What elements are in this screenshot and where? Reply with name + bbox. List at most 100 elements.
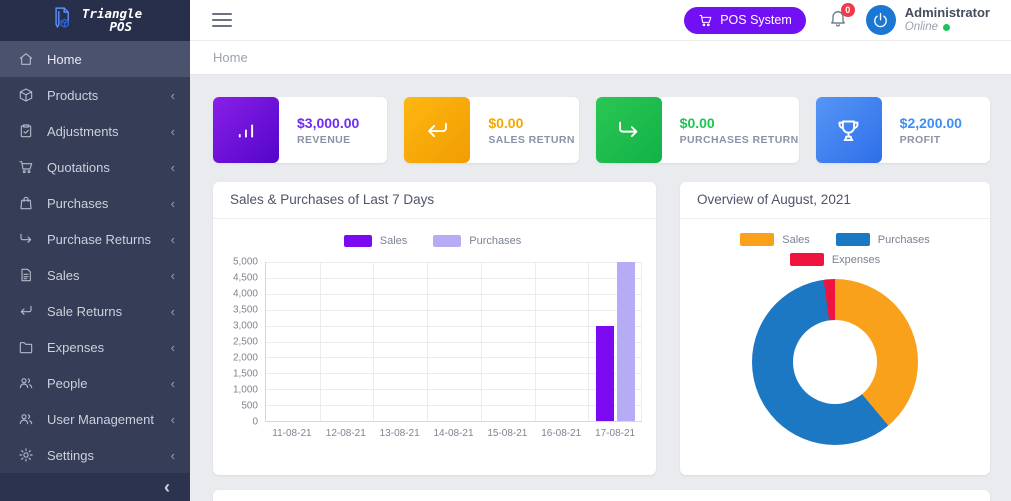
- sidebar-item-label: Quotations: [47, 160, 110, 175]
- topbar: POS System 0 Administrator Online: [190, 0, 1011, 41]
- legend-label: Expenses: [832, 254, 880, 266]
- legend-swatch: [790, 253, 824, 266]
- donut-chart-legend: Sales Purchases Expenses: [694, 233, 976, 266]
- chevron-left-icon: ‹: [171, 125, 175, 138]
- legend-swatch: [740, 233, 774, 246]
- bar-chart-x-axis: 11-08-2112-08-2113-08-2114-08-2115-08-21…: [265, 428, 642, 439]
- stat-label: PROFIT: [900, 134, 962, 146]
- legend-item-purchases[interactable]: Purchases: [433, 235, 521, 247]
- sidebar-item-adjustments[interactable]: Adjustments‹: [0, 113, 190, 149]
- sidebar-item-expenses[interactable]: Expenses‹: [0, 329, 190, 365]
- stat-card-purchases-return: $0.00PURCHASES RETURN: [596, 97, 799, 163]
- y-tick-label: 4,500: [233, 273, 258, 284]
- bar-chart: 5,0004,5004,0003,5003,0002,5002,0001,500…: [223, 262, 642, 422]
- stats-row: $3,000.00 REVENUE $0.00 SALES RETURN $0.00PU…: [213, 97, 990, 163]
- stat-card-profit: $2,200.00PROFIT: [816, 97, 990, 163]
- breadcrumb-item-home[interactable]: Home: [213, 50, 248, 65]
- donut-chart-card: Overview of August, 2021 Sales Purchases E…: [680, 182, 990, 475]
- stat-card-revenue: $3,000.00 REVENUE: [213, 97, 387, 163]
- user-info[interactable]: Administrator Online: [905, 6, 990, 35]
- menu-toggle-button[interactable]: [212, 13, 232, 27]
- sidebar-item-label: Sale Returns: [47, 304, 122, 319]
- bar-sales-17-08-21[interactable]: [596, 326, 614, 421]
- stat-label: SALES RETURN: [488, 134, 574, 146]
- clipboard-check-icon: [18, 123, 34, 139]
- sidebar-item-sale-returns[interactable]: Sale Returns ‹: [0, 293, 190, 329]
- corner-down-right-icon: [18, 231, 34, 247]
- chevron-left-icon: ‹: [171, 377, 175, 390]
- cart-icon: [18, 159, 34, 175]
- bar-chart-body: Sales Purchases 5,0004,5004,0003,5003,000…: [213, 219, 656, 439]
- online-status-dot: [943, 24, 950, 31]
- breadcrumb: Home: [190, 41, 1011, 75]
- brand-logo-icon: [48, 5, 75, 37]
- bar-chart-legend: Sales Purchases: [223, 235, 642, 247]
- user-name: Administrator: [905, 6, 990, 21]
- sidebar-collapse-button[interactable]: ‹: [164, 478, 170, 496]
- sidebar-item-sales[interactable]: Sales‹: [0, 257, 190, 293]
- chevron-left-icon: ‹: [171, 413, 175, 426]
- legend-label: Purchases: [469, 235, 521, 247]
- notifications-button[interactable]: 0: [828, 8, 848, 33]
- legend-label: Sales: [782, 234, 810, 246]
- sidebar-item-people[interactable]: People ‹: [0, 365, 190, 401]
- x-tick-label: 13-08-21: [373, 428, 427, 439]
- users-icon: [18, 411, 34, 427]
- users-icon: [18, 375, 34, 391]
- sidebar-nav: HomeProducts‹Adjustments‹Quotations‹Purc…: [0, 41, 190, 473]
- chevron-left-icon: ‹: [171, 305, 175, 318]
- avatar[interactable]: [866, 5, 896, 35]
- legend-item-expenses[interactable]: Expenses: [790, 253, 880, 266]
- file-text-icon: [18, 267, 34, 283]
- x-tick-label: 12-08-21: [319, 428, 373, 439]
- brand-logo[interactable]: Triangle POS: [0, 0, 190, 41]
- bar-chart-card: Sales & Purchases of Last 7 Days Sales Pu…: [213, 182, 656, 475]
- sidebar-item-label: People: [47, 376, 87, 391]
- user-status-label: Online: [905, 21, 938, 35]
- chevron-left-icon: ‹: [171, 341, 175, 354]
- stat-amount: $0.00: [680, 115, 799, 131]
- sidebar: Triangle POS HomeProducts‹Adjustments‹Qu…: [0, 0, 190, 501]
- bar-purchases-17-08-21[interactable]: [617, 262, 635, 421]
- pos-system-label: POS System: [720, 13, 792, 27]
- gear-icon: [18, 447, 34, 463]
- home-icon: [18, 51, 34, 67]
- y-tick-label: 5,000: [233, 257, 258, 268]
- corner-down-right-icon: [596, 97, 662, 163]
- legend-label: Purchases: [878, 234, 930, 246]
- sidebar-item-label: Sales: [47, 268, 80, 283]
- trophy-icon: [816, 97, 882, 163]
- sidebar-item-label: Home: [47, 52, 82, 67]
- sidebar-item-purchases[interactable]: Purchases‹: [0, 185, 190, 221]
- sidebar-item-products[interactable]: Products‹: [0, 77, 190, 113]
- stat-label: REVENUE: [297, 134, 359, 146]
- sidebar-item-settings[interactable]: Settings‹: [0, 437, 190, 473]
- sidebar-item-home[interactable]: Home: [0, 41, 190, 77]
- y-tick-label: 1,000: [233, 385, 258, 396]
- donut-chart-title: Overview of August, 2021: [680, 182, 990, 219]
- stat-amount: $3,000.00: [297, 115, 359, 131]
- y-tick-label: 1,500: [233, 369, 258, 380]
- legend-item-sales[interactable]: Sales: [740, 233, 810, 246]
- legend-label: Sales: [380, 235, 408, 247]
- brand-name: Triangle POS: [82, 8, 142, 34]
- pos-system-button[interactable]: POS System: [684, 7, 806, 34]
- legend-item-sales[interactable]: Sales: [344, 235, 408, 247]
- legend-swatch: [344, 235, 372, 247]
- sidebar-item-user-management[interactable]: User Management‹: [0, 401, 190, 437]
- y-tick-label: 0: [252, 417, 258, 428]
- x-tick-label: 16-08-21: [534, 428, 588, 439]
- user-status: Online: [905, 21, 990, 35]
- y-tick-label: 500: [241, 401, 258, 412]
- chevron-left-icon: ‹: [171, 161, 175, 174]
- power-icon: [871, 11, 890, 30]
- bar-chart-y-axis: 5,0004,5004,0003,5003,0002,5002,0001,500…: [223, 262, 265, 422]
- sidebar-item-purchase-returns[interactable]: Purchase Returns ‹: [0, 221, 190, 257]
- bar-chart-title: Sales & Purchases of Last 7 Days: [213, 182, 656, 219]
- chevron-left-icon: ‹: [171, 233, 175, 246]
- charts-row: Sales & Purchases of Last 7 Days Sales Pu…: [213, 182, 990, 475]
- legend-item-purchases[interactable]: Purchases: [836, 233, 930, 246]
- sidebar-item-quotations[interactable]: Quotations ‹: [0, 149, 190, 185]
- sidebar-item-label: Purchase Returns: [47, 232, 151, 247]
- return-arrow-icon: [404, 97, 470, 163]
